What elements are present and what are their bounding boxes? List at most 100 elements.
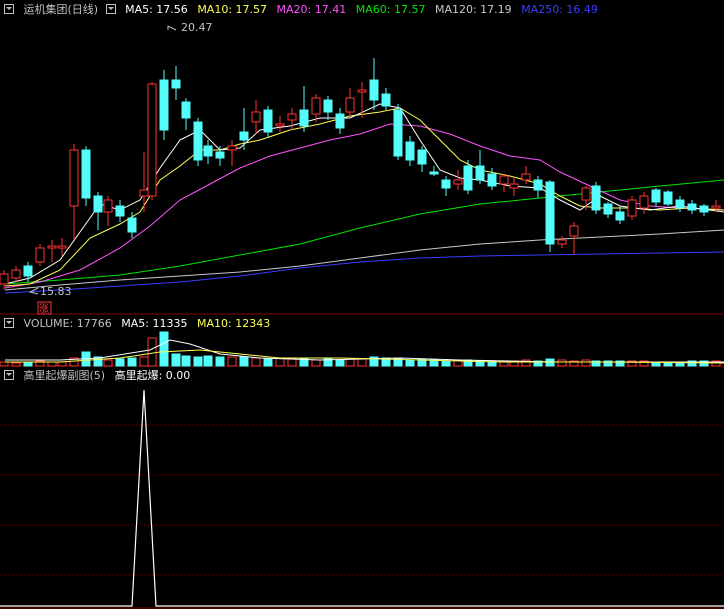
volume-bar bbox=[159, 331, 169, 367]
candle-body bbox=[509, 183, 519, 189]
candle-body bbox=[603, 203, 613, 215]
volume-bar bbox=[215, 356, 225, 367]
candle-body bbox=[251, 111, 261, 123]
candle-body bbox=[687, 203, 697, 211]
candle-body bbox=[93, 195, 103, 213]
candle-body bbox=[591, 185, 601, 211]
volume-bar bbox=[581, 359, 591, 367]
indicator-spike-line bbox=[0, 389, 724, 607]
candle-body bbox=[545, 181, 555, 245]
candle-body bbox=[487, 173, 497, 187]
candle-body bbox=[127, 217, 137, 233]
volume-bar bbox=[345, 358, 355, 367]
volume-bar bbox=[147, 337, 157, 367]
candle-body bbox=[139, 189, 149, 197]
volume-bars bbox=[0, 331, 724, 367]
candle-body bbox=[417, 149, 427, 165]
candle-body bbox=[405, 141, 415, 161]
volume-bar bbox=[405, 359, 415, 367]
candle-body bbox=[651, 189, 661, 203]
candle-body bbox=[147, 83, 157, 197]
candle-body bbox=[263, 109, 273, 133]
candle-body bbox=[521, 173, 531, 181]
candle-body bbox=[475, 165, 485, 181]
candle-body bbox=[287, 113, 297, 121]
volume-bar bbox=[11, 362, 21, 367]
candle-body bbox=[357, 89, 367, 93]
candle-body bbox=[181, 101, 191, 119]
candle-body bbox=[159, 79, 169, 131]
volume-bar bbox=[239, 356, 249, 367]
volume-bar bbox=[139, 356, 149, 367]
candle-body bbox=[615, 211, 625, 221]
candlesticks bbox=[0, 58, 721, 290]
candle-body bbox=[0, 273, 9, 285]
candle-body bbox=[299, 109, 309, 127]
candle-body bbox=[69, 149, 79, 207]
ma60-line bbox=[4, 179, 724, 285]
candle-body bbox=[627, 199, 637, 217]
ma250-line bbox=[4, 251, 724, 294]
candle-body bbox=[429, 171, 439, 175]
low-price-label: 15.83 bbox=[40, 285, 72, 298]
ma10-line bbox=[4, 107, 724, 287]
candle-body bbox=[453, 179, 463, 185]
candle-body bbox=[675, 199, 685, 209]
candle-body bbox=[369, 79, 379, 101]
candle-body bbox=[311, 97, 321, 115]
high-price-label: 20.47 bbox=[181, 21, 213, 34]
candle-body bbox=[663, 191, 673, 205]
candle-body bbox=[215, 151, 225, 159]
candle-body bbox=[581, 187, 591, 201]
candle-body bbox=[171, 79, 181, 89]
volume-bar bbox=[57, 361, 67, 367]
ma120-line bbox=[4, 229, 724, 291]
volume-bar bbox=[227, 356, 237, 367]
volume-bar bbox=[311, 359, 321, 367]
candle-body bbox=[81, 149, 91, 199]
high-annotation: 20.47 bbox=[167, 21, 213, 34]
volume-bar bbox=[203, 355, 213, 367]
volume-bar bbox=[335, 359, 345, 367]
candle-body bbox=[557, 239, 567, 245]
candle-body bbox=[699, 205, 709, 213]
candle-body bbox=[381, 93, 391, 107]
zhang-badge[interactable]: 涨 bbox=[37, 301, 52, 315]
ma20-line bbox=[4, 123, 724, 289]
volume-bar bbox=[441, 360, 451, 367]
candle-body bbox=[393, 109, 403, 157]
candle-body bbox=[275, 123, 285, 127]
volume-bar bbox=[557, 359, 567, 367]
volume-bar bbox=[193, 356, 203, 367]
candle-body bbox=[203, 145, 213, 157]
zhang-badge-text: 涨 bbox=[39, 303, 49, 315]
candle-body bbox=[239, 131, 249, 141]
volume-bar bbox=[103, 359, 113, 367]
candle-body bbox=[47, 245, 57, 249]
candle-body bbox=[193, 121, 203, 161]
volume-bar bbox=[171, 353, 181, 367]
candle-body bbox=[345, 97, 355, 113]
candle-body bbox=[569, 225, 579, 237]
candle-body bbox=[533, 179, 543, 191]
moving-average-lines bbox=[4, 103, 724, 294]
volume-bar bbox=[0, 361, 9, 367]
candle-body bbox=[499, 175, 509, 185]
chart-canvas[interactable]: 20.47 15.83 涨 bbox=[0, 0, 724, 609]
candle-body bbox=[35, 247, 45, 263]
volume-bar bbox=[357, 358, 367, 367]
volume-bar bbox=[127, 357, 137, 367]
candle-body bbox=[227, 145, 237, 151]
candle-body bbox=[57, 245, 67, 249]
candle-body bbox=[115, 205, 125, 217]
indicator-plot bbox=[0, 389, 724, 607]
candle-body bbox=[711, 205, 721, 209]
candle-body bbox=[11, 269, 21, 279]
volume-bar bbox=[251, 357, 261, 367]
candle-body bbox=[441, 179, 451, 189]
candle-body bbox=[335, 113, 345, 129]
candle-body bbox=[23, 265, 33, 277]
candle-body bbox=[103, 199, 113, 213]
volume-bar bbox=[181, 355, 191, 367]
candle-body bbox=[639, 195, 649, 209]
